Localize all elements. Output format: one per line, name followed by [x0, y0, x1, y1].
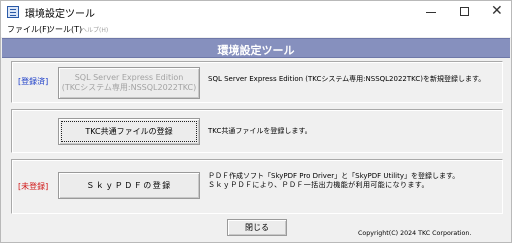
window-title: 環境設定ツール [25, 9, 95, 20]
menu-file[interactable]: ファイル(F) [7, 24, 50, 35]
copyright-text: Copyright(C) 2024 TKC Corporation. [358, 230, 472, 237]
minimize-button[interactable] [415, 1, 447, 23]
sql-server-register-button[interactable]: SQL Server Express Edition (TKCシステム専用:NS… [58, 67, 200, 99]
skypdf-register-button[interactable]: ＳｋｙＰＤＦの登録 [58, 172, 200, 199]
sql-server-section: [登録済] SQL Server Express Edition (TKCシステ… [11, 61, 503, 103]
sql-server-description: SQL Server Express Edition (TKCシステム専用:NS… [208, 75, 486, 83]
skypdf-description-line1: ＰＤＦ作成ソフト「SkyPDF Pro Driver」と「SkyPDF Util… [208, 172, 460, 180]
app-window: 環境設定ツール ✕ ファイル(F) ツール(T) ヘルプ(H) 環境設定ツール … [0, 0, 512, 243]
sql-server-button-line2: (TKCシステム専用:NSSQL2022TKC) [61, 83, 197, 92]
sql-server-button-line1: SQL Server Express Edition [74, 73, 184, 82]
title-bar[interactable]: 環境設定ツール ✕ [1, 1, 511, 23]
skypdf-section: [未登録] ＳｋｙＰＤＦの登録 ＰＤＦ作成ソフト「SkyPDF Pro Driv… [11, 159, 503, 214]
close-icon: ✕ [491, 3, 503, 19]
page-title: 環境設定ツール [217, 44, 295, 57]
close-button[interactable]: 閉じる [227, 219, 287, 236]
close-window-button[interactable]: ✕ [481, 1, 512, 23]
skypdf-status: [未登録] [18, 182, 49, 191]
menu-tools[interactable]: ツール(T) [47, 24, 82, 35]
menu-bar: ファイル(F) ツール(T) ヘルプ(H) [1, 23, 511, 37]
tkc-common-description: TKC共通ファイルを登録します。 [208, 127, 312, 135]
maximize-button[interactable] [449, 1, 481, 23]
maximize-icon [460, 7, 469, 16]
tkc-common-register-button[interactable]: TKC共通ファイルの登録 [58, 118, 200, 145]
app-icon [7, 6, 19, 18]
header-bar: 環境設定ツール [2, 38, 510, 58]
sql-server-status: [登録済] [18, 77, 49, 86]
minimize-icon [426, 12, 436, 13]
menu-help[interactable]: ヘルプ(H) [81, 25, 108, 34]
skypdf-description-line2: ＳｋｙＰＤＦにより、ＰＤＦ一括出力機能が利用可能になります。 [208, 181, 429, 189]
tkc-common-section: TKC共通ファイルの登録 TKC共通ファイルを登録します。 [11, 109, 503, 153]
